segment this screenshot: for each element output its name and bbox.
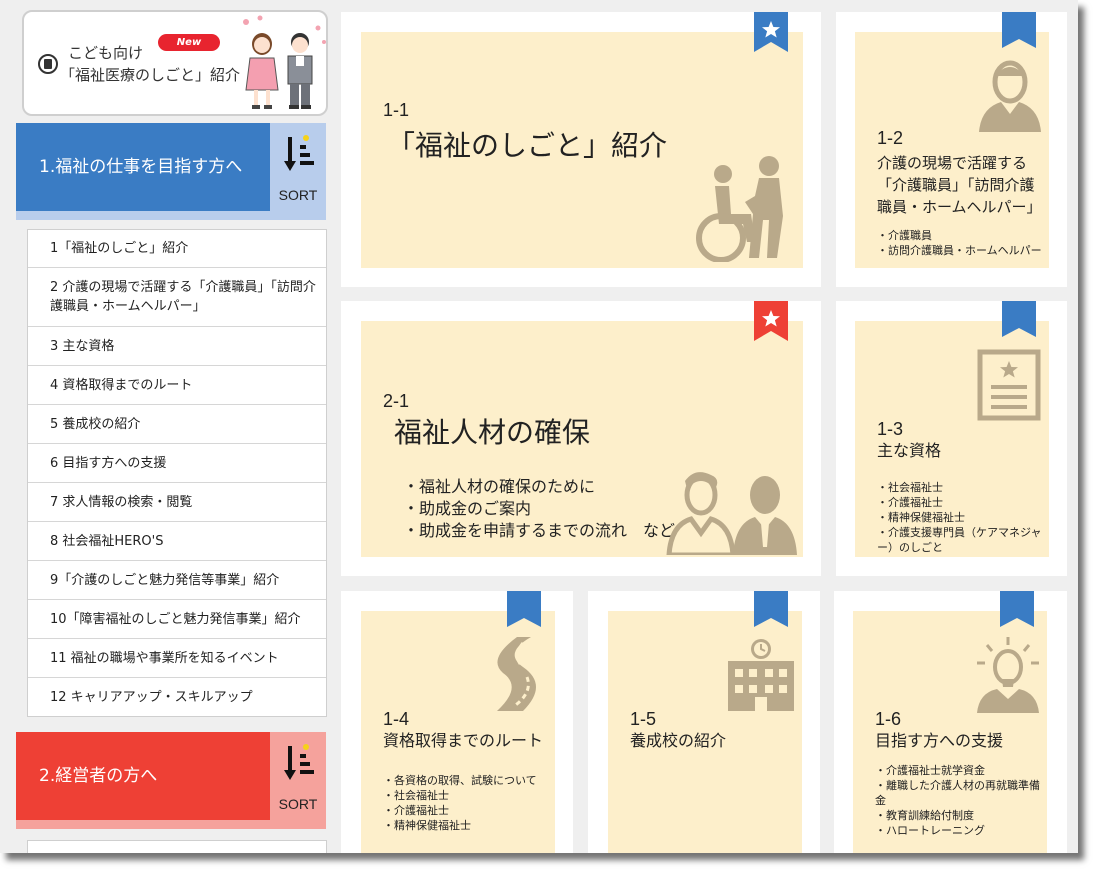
tile-1-6[interactable]: 1-6 目指す方への支援 介護福祉士就学資金 離職した介護人材の再就職準備金 教… [834,591,1067,853]
tile-bullet: 介護福祉士 [877,495,1047,510]
bookmark-icon [1002,12,1036,48]
staff-pair-icon [666,472,797,555]
tile-bullet: 介護職員 [877,228,1049,243]
tile-number: 1-3 [877,419,904,439]
tile-bullet: 訪問介護職員・ホームヘルパー [877,243,1049,258]
tile-bullet: 精神保健福祉士 [383,818,555,833]
kids-banner-line2: 「福祉医療のしごと」紹介 [60,66,241,84]
menu-item[interactable]: 12 キャリアアップ・スキルアップ [28,678,326,716]
tile-bullet: 介護福祉士就学資金 [875,763,1045,778]
tile-bullet: 社会福祉士 [383,788,555,803]
tile-number: 1-2 [877,128,904,148]
tile-bullet-list: 各資格の取得、試験について 社会福祉士 介護福祉士 精神保健福祉士 [383,773,555,833]
tile-title: 主な資格 [877,441,942,460]
tile-title: 資格取得までのルート [383,731,544,750]
tile-1-1-panel: 1-1 「福祉のしごと」紹介 [361,32,803,268]
tile-title: 「福祉のしごと」紹介 [387,129,668,162]
menu-item[interactable]: 5 養成校の紹介 [28,405,326,444]
menu-item[interactable]: 3 主な資格 [28,327,326,366]
menu-item[interactable]: 9「介護のしごと魅力発信等事業」紹介 [28,561,326,600]
sort-label: SORT [278,187,318,203]
tile-bullet-list: 福祉人材の確保のために 助成金のご案内 助成金を申請するまでの流れ など [403,476,675,542]
category-2-sort-button[interactable]: SORT [270,732,326,829]
tile-number: 1-1 [383,100,410,120]
tile-1-3-panel: 1-3 主な資格 社会福祉士 介護福祉士 精神保健福祉士 介護支援専門員（ケアマ… [855,321,1049,557]
tile-title: 福祉人材の確保 [394,416,591,449]
page-frame: こども向け 「福祉医療のしごと」紹介 New 1.福祉の仕事を目指す方へ SOR… [0,0,1078,853]
category-1-button[interactable]: 1.福祉の仕事を目指す方へ [16,123,270,211]
new-badge: New [158,34,220,51]
book-icon [38,54,58,74]
tile-bullet: 教育訓練給付制度 [875,808,1045,823]
menu-item[interactable]: 6 目指す方への支援 [28,444,326,483]
tile-1-4[interactable]: 1-4 資格取得までのルート 各資格の取得、試験について 社会福祉士 介護福祉士… [341,591,573,853]
certificate-icon [977,349,1041,421]
tile-bullet: ハロートレーニング [875,823,1045,838]
tile-number: 1-4 [383,709,410,729]
kids-banner-line1: こども向け [68,44,144,62]
tile-title: 目指す方への支援 [875,731,1004,750]
tile-1-1[interactable]: 1-1 「福祉のしごと」紹介 [341,12,821,287]
sort-icon [284,744,314,780]
tile-bullet-list: 介護福祉士就学資金 離職した介護人材の再就職準備金 教育訓練給付制度 ハロートレ… [875,763,1045,838]
tile-bullet: 各資格の取得、試験について [383,773,555,788]
tile-bullet-list: 介護職員 訪問介護職員・ホームヘルパー [877,228,1049,258]
category-1-sort-button[interactable]: SORT [270,123,326,220]
tile-bullet: 介護支援専門員（ケアマネジャー）のしごと [877,525,1047,555]
bookmark-star-icon [754,301,788,341]
tile-1-5[interactable]: 1-5 養成校の紹介 [588,591,820,853]
bookmark-icon [507,591,541,627]
sort-label: SORT [278,796,318,812]
category-1: 1.福祉の仕事を目指す方へ SORT [16,123,326,220]
school-icon [728,639,794,711]
sort-icon [284,135,314,171]
tile-bullet: 助成金を申請するまでの流れ など [403,520,675,542]
tile-2-1[interactable]: 2-1 福祉人材の確保 福祉人材の確保のために 助成金のご案内 助成金を申請する… [341,301,821,576]
menu-item[interactable]: 11 福祉の職場や事業所を知るイベント [28,639,326,678]
bookmark-icon [1002,301,1036,337]
category-2-underline [16,820,270,829]
category-1-underline [16,211,270,220]
tile-number: 2-1 [383,391,410,411]
bookmark-icon [754,591,788,627]
tile-bullet: 社会福祉士 [877,480,1047,495]
menu-item[interactable]: 1「福祉のしごと」紹介 [28,230,326,268]
category-2-button[interactable]: 2.経営者の方へ [16,732,270,820]
bookmark-icon [1000,591,1034,627]
category-2: 2.経営者の方へ SORT [16,732,326,829]
tile-bullet-list: 社会福祉士 介護福祉士 精神保健福祉士 介護支援専門員（ケアマネジャー）のしごと [877,480,1047,555]
tile-1-3[interactable]: 1-3 主な資格 社会福祉士 介護福祉士 精神保健福祉士 介護支援専門員（ケアマ… [836,301,1067,576]
person-icon [979,60,1041,132]
category-1-menu: 1「福祉のしごと」紹介 2 介護の現場で活躍する「介護職員」「訪問介護職員・ホー… [27,229,327,717]
menu-item[interactable]: 4 資格取得までのルート [28,366,326,405]
road-icon [497,637,536,711]
kids-banner[interactable]: こども向け 「福祉医療のしごと」紹介 New [22,10,328,116]
menu-item[interactable]: 8 社会福祉HERO'S [28,522,326,561]
tile-number: 1-6 [875,709,902,729]
tile-2-1-panel: 2-1 福祉人材の確保 福祉人材の確保のために 助成金のご案内 助成金を申請する… [361,321,803,557]
menu-item[interactable]: 2 介護の現場で活躍する「介護職員」「訪問介護職員・ホームヘルパー」 [28,268,326,327]
children-illustration-icon [243,15,326,109]
tile-1-2-panel: 1-2 介護の現場で活躍する「介護職員」「訪問介護職員・ホームヘルパー」 介護職… [855,32,1049,268]
idea-person-icon [977,637,1039,713]
tile-1-5-panel: 1-5 養成校の紹介 [608,611,802,853]
tile-1-6-panel: 1-6 目指す方への支援 介護福祉士就学資金 離職した介護人材の再就職準備金 教… [853,611,1047,853]
wheelchair-caregiver-icon [696,156,783,262]
menu-item[interactable]: 7 求人情報の検索・閲覧 [28,483,326,522]
tile-bullet: 福祉人材の確保のために [403,476,675,498]
bookmark-star-icon [754,12,788,52]
tile-1-4-panel: 1-4 資格取得までのルート 各資格の取得、試験について 社会福祉士 介護福祉士… [361,611,555,853]
tile-1-2[interactable]: 1-2 介護の現場で活躍する「介護職員」「訪問介護職員・ホームヘルパー」 介護職… [836,12,1067,287]
tile-bullet: 助成金のご案内 [403,498,675,520]
tile-title: 養成校の紹介 [630,731,727,750]
tile-number: 1-5 [630,709,657,729]
tile-bullet: 精神保健福祉士 [877,510,1047,525]
menu-item[interactable]: 10「障害福祉のしごと魅力発信事業」紹介 [28,600,326,639]
tile-title: 介護の現場で活躍する「介護職員」「訪問介護職員・ホームヘルパー」 [877,154,1042,216]
tile-bullet: 離職した介護人材の再就職準備金 [875,778,1045,808]
category-2-menu [27,840,327,853]
tile-bullet: 介護福祉士 [383,803,555,818]
